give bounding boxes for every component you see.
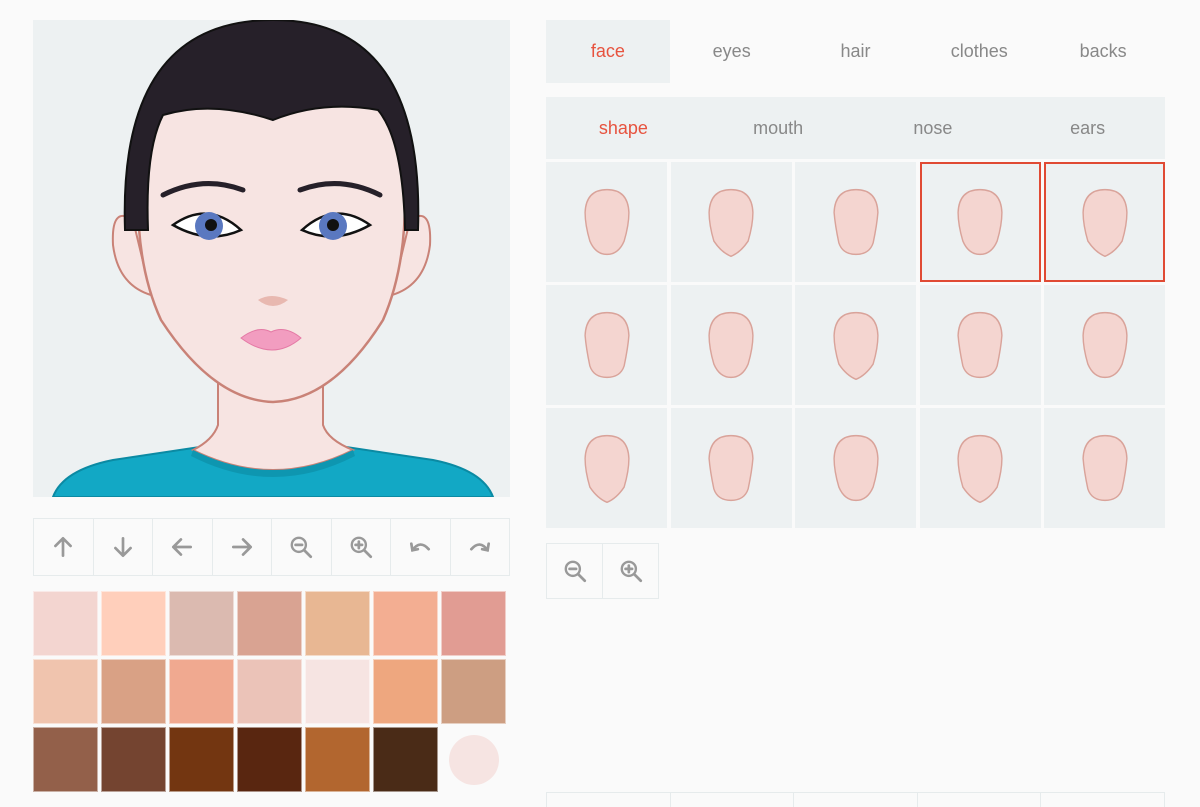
tab-eyes[interactable]: eyes	[670, 20, 794, 83]
tab-hair[interactable]: hair	[794, 20, 918, 83]
face-shape-icon	[583, 188, 630, 256]
face-shape-option[interactable]	[546, 285, 667, 405]
zoom-in-icon	[620, 560, 642, 583]
face-shape-icon	[957, 188, 1003, 256]
subtab-mouth[interactable]: mouth	[701, 97, 856, 159]
face-shape-icon	[708, 311, 754, 379]
category-tabs: face eyes hair clothes backs	[546, 20, 1165, 83]
arrow-right-icon	[231, 538, 252, 556]
skin-swatch[interactable]	[373, 727, 438, 792]
skin-swatch[interactable]	[169, 727, 234, 792]
grid-zoom-out-button[interactable]	[547, 544, 603, 598]
skin-swatch[interactable]	[101, 659, 166, 724]
face-shape-option[interactable]	[670, 408, 792, 528]
face-shape-option[interactable]	[546, 408, 667, 528]
selected-skin-indicator[interactable]	[441, 727, 506, 792]
face-shape-icon	[583, 311, 630, 379]
bottom-option-cell[interactable]	[547, 793, 671, 807]
face-shape-icon	[1081, 311, 1128, 379]
redo-icon	[469, 542, 490, 552]
arrow-up-icon	[54, 536, 73, 558]
skin-swatch[interactable]	[169, 659, 234, 724]
skin-swatch[interactable]	[101, 591, 166, 656]
subtab-ears[interactable]: ears	[1010, 97, 1165, 159]
face-shape-option[interactable]	[919, 408, 1041, 528]
face-shape-icon	[832, 434, 879, 502]
redo-button[interactable]	[451, 519, 510, 575]
skin-swatch[interactable]	[169, 591, 234, 656]
face-shape-option[interactable]	[795, 408, 916, 528]
zoom-out-button[interactable]	[272, 519, 332, 575]
move-down-button[interactable]	[94, 519, 153, 575]
face-shape-icon	[832, 188, 879, 256]
undo-button[interactable]	[391, 519, 451, 575]
skin-swatch[interactable]	[33, 659, 98, 724]
bottom-option-cell[interactable]	[1041, 793, 1164, 807]
skin-swatch[interactable]	[441, 591, 506, 656]
zoom-out-icon	[290, 536, 313, 559]
skin-swatch[interactable]	[237, 727, 302, 792]
move-up-button[interactable]	[34, 519, 94, 575]
skin-swatch[interactable]	[237, 659, 302, 724]
face-shape-option[interactable]	[670, 162, 792, 282]
tab-backs[interactable]: backs	[1041, 20, 1165, 83]
undo-icon	[410, 542, 431, 552]
bottom-option-cell[interactable]	[671, 793, 795, 807]
grid-zoom-controls	[546, 543, 659, 599]
bottom-option-cell[interactable]	[794, 793, 918, 807]
skin-swatch[interactable]	[373, 659, 438, 724]
avatar-preview	[33, 20, 510, 497]
tab-clothes[interactable]: clothes	[917, 20, 1041, 83]
skin-swatch[interactable]	[441, 659, 506, 724]
face-shape-icon	[957, 311, 1003, 379]
move-left-button[interactable]	[153, 519, 213, 575]
face-shape-option[interactable]	[795, 162, 916, 282]
avatar-maker: face eyes hair clothes backs shape mouth nose e…	[0, 0, 1200, 807]
face-shape-grid	[546, 162, 1165, 528]
face-shape-icon	[1081, 188, 1128, 258]
skin-swatch[interactable]	[33, 591, 98, 656]
zoom-in-icon	[350, 536, 372, 559]
subcategory-tabs: shape mouth nose ears	[546, 97, 1165, 159]
grid-zoom-in-button[interactable]	[603, 544, 658, 598]
skin-swatch[interactable]	[305, 659, 370, 724]
skin-swatch[interactable]	[101, 727, 166, 792]
zoom-out-icon	[564, 560, 586, 583]
face-shape-icon	[708, 434, 754, 502]
face-shape-option[interactable]	[1044, 162, 1165, 282]
avatar-illustration	[51, 20, 495, 497]
arrow-down-icon	[113, 536, 132, 558]
face-shape-option[interactable]	[1044, 285, 1165, 405]
skin-swatch[interactable]	[237, 591, 302, 656]
face-shape-option[interactable]	[919, 162, 1041, 282]
skin-swatch[interactable]	[305, 591, 370, 656]
arrow-left-icon	[172, 538, 193, 556]
face-shape-option[interactable]	[670, 285, 792, 405]
skin-color-palette	[33, 591, 510, 792]
face-shape-icon	[708, 188, 754, 258]
skin-swatch[interactable]	[305, 727, 370, 792]
face-shape-icon	[583, 434, 630, 504]
bottom-options-row	[546, 792, 1165, 807]
skin-swatch[interactable]	[33, 727, 98, 792]
face-shape-icon	[957, 434, 1003, 504]
avatar-toolbar	[33, 518, 510, 576]
tab-face[interactable]: face	[546, 20, 670, 83]
skin-swatch[interactable]	[373, 591, 438, 656]
subtab-shape[interactable]: shape	[546, 97, 701, 159]
face-shape-icon	[832, 311, 879, 381]
subtab-nose[interactable]: nose	[856, 97, 1011, 159]
face-shape-icon	[1081, 434, 1128, 502]
face-shape-option[interactable]	[795, 285, 916, 405]
zoom-in-button[interactable]	[332, 519, 391, 575]
selected-skin-dot	[448, 734, 499, 785]
bottom-option-cell[interactable]	[918, 793, 1042, 807]
face-shape-option[interactable]	[919, 285, 1041, 405]
move-right-button[interactable]	[213, 519, 272, 575]
face-shape-option[interactable]	[1044, 408, 1165, 528]
face-shape-option[interactable]	[546, 162, 667, 282]
